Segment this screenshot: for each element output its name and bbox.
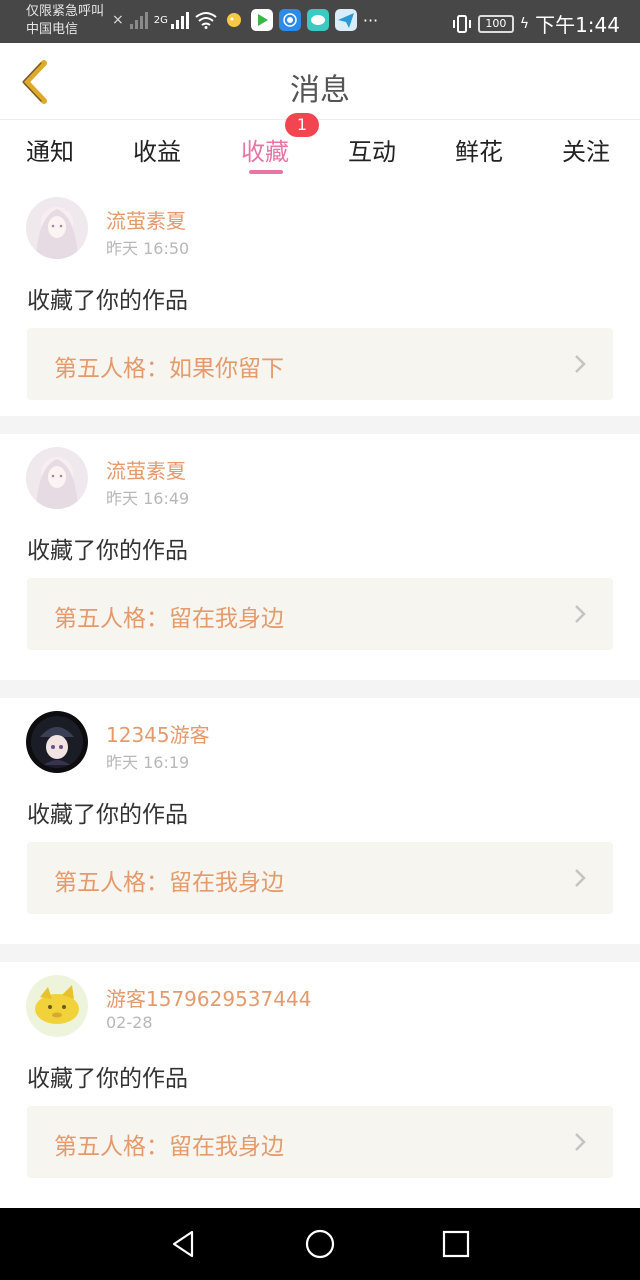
work-title: 第五人格：如果你留下	[54, 356, 284, 382]
unread-badge: 1	[285, 113, 319, 137]
chevron-right-icon	[575, 355, 586, 373]
status-icons: × 2G ···	[112, 9, 378, 31]
message-card: 流萤素夏 昨天 16:49 收藏了你的作品 第五人格：留在我身边	[0, 434, 640, 680]
vibrate-icon	[452, 14, 471, 33]
signal-icon-2	[170, 11, 189, 29]
carrier-line-2: 中国电信	[26, 22, 79, 37]
tab-flowers[interactable]: 鲜花	[455, 132, 503, 167]
divider	[0, 416, 640, 434]
home-circle-icon[interactable]	[304, 1228, 336, 1260]
message-time: 昨天 16:19	[106, 753, 190, 772]
carrier-line-1: 仅限紧急呼叫	[26, 4, 105, 19]
work-title: 第五人格：留在我身边	[54, 870, 284, 896]
more-icon: ···	[362, 10, 379, 30]
work-link[interactable]: 第五人格：留在我身边	[27, 1106, 613, 1178]
user-name[interactable]: 12345游客	[106, 719, 210, 748]
user-name[interactable]: 流萤素夏	[106, 455, 186, 484]
message-action: 收藏了你的作品	[27, 802, 188, 828]
notification-app-icon	[226, 13, 241, 27]
chevron-right-icon	[575, 1133, 586, 1151]
tab-earnings[interactable]: 收益	[133, 132, 181, 167]
system-nav-bar	[0, 1208, 640, 1280]
recents-square-icon[interactable]	[440, 1228, 472, 1260]
no-service-icon: ×	[112, 12, 124, 28]
carrier-text: 仅限紧急呼叫 中国电信	[26, 3, 104, 39]
work-title: 第五人格：留在我身边	[54, 606, 284, 632]
chevron-right-icon	[575, 605, 586, 623]
hotspot-app-icon	[278, 9, 301, 31]
message-action: 收藏了你的作品	[27, 1066, 188, 1092]
message-time: 昨天 16:49	[106, 489, 190, 508]
wifi-icon	[195, 12, 217, 29]
work-link[interactable]: 第五人格：留在我身边	[27, 842, 613, 914]
status-right: 100 ϟ 下午1:44	[452, 9, 620, 38]
work-title: 第五人格：留在我身边	[54, 1134, 284, 1160]
tab-follow[interactable]: 关注	[562, 132, 610, 167]
status-bar: 仅限紧急呼叫 中国电信 × 2G ··· 100 ϟ 下午1:44	[0, 0, 640, 43]
chat-app-icon	[306, 9, 329, 31]
battery-icon: 100	[477, 14, 514, 33]
send-app-icon	[334, 9, 357, 31]
message-time: 02-28	[106, 1013, 153, 1032]
divider	[0, 680, 640, 698]
user-name[interactable]: 流萤素夏	[106, 205, 186, 234]
user-name[interactable]: 游客1579629537444	[106, 983, 311, 1012]
active-tab-indicator	[249, 170, 283, 174]
message-action: 收藏了你的作品	[27, 538, 188, 564]
tab-bar: 通知 收益 收藏 互动 鲜花 关注	[0, 120, 640, 182]
signal-icon	[129, 11, 148, 29]
app-header: 消息	[0, 43, 640, 120]
clock: 下午1:44	[535, 13, 620, 37]
charging-icon: ϟ	[519, 15, 530, 32]
avatar[interactable]	[26, 447, 88, 509]
message-card: 12345游客 昨天 16:19 收藏了你的作品 第五人格：留在我身边	[0, 698, 640, 944]
message-time: 昨天 16:50	[106, 239, 190, 258]
divider	[0, 944, 640, 962]
tab-notice[interactable]: 通知	[26, 132, 74, 167]
work-link[interactable]: 第五人格：留在我身边	[27, 578, 613, 650]
play-app-icon	[250, 9, 273, 31]
network-type: 2G	[153, 14, 168, 26]
chevron-right-icon	[575, 869, 586, 887]
avatar[interactable]	[26, 711, 88, 773]
avatar[interactable]	[26, 197, 88, 259]
tab-interaction[interactable]: 互动	[348, 132, 396, 167]
back-triangle-icon[interactable]	[168, 1228, 200, 1260]
avatar[interactable]	[26, 975, 88, 1037]
message-action: 收藏了你的作品	[27, 288, 188, 314]
tab-favorites[interactable]: 收藏	[241, 132, 289, 167]
message-card: 游客1579629537444 02-28 收藏了你的作品 第五人格：留在我身边	[0, 962, 640, 1208]
work-link[interactable]: 第五人格：如果你留下	[27, 328, 613, 400]
message-card: 流萤素夏 昨天 16:50 收藏了你的作品 第五人格：如果你留下	[0, 184, 640, 430]
page-title: 消息	[290, 73, 350, 108]
